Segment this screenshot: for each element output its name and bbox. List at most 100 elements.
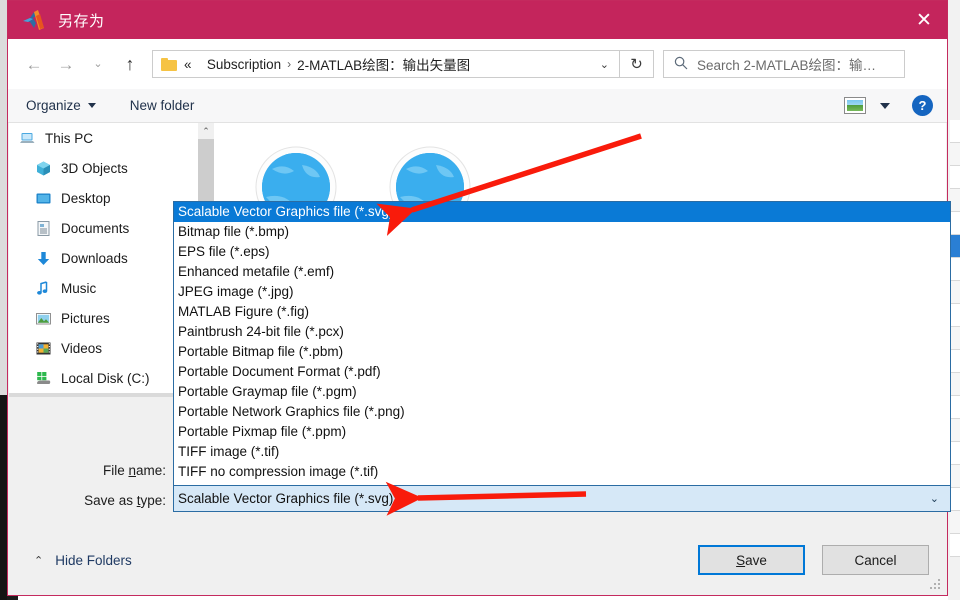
background-row: [950, 442, 960, 465]
cube-icon: [35, 160, 52, 177]
windows-disk-icon: [35, 370, 52, 387]
background-row: [950, 189, 960, 212]
background-row: [950, 350, 960, 373]
save-as-dialog: 另存为 ✕ ← → ⌄ ↑ « Subscription › 2-MATLAB绘…: [7, 0, 951, 596]
sidebar-item-music[interactable]: Music: [9, 273, 198, 303]
music-note-icon: [35, 280, 52, 297]
background-row: [950, 235, 960, 258]
sidebar-item-label: Local Disk (C:): [61, 370, 150, 386]
film-icon: [35, 340, 52, 357]
breadcrumb-item-current[interactable]: 2-MATLAB绘图：输出矢量图: [297, 54, 470, 74]
background-row: [950, 534, 960, 557]
background-row: [950, 327, 960, 350]
sidebar-item-label: Documents: [61, 220, 130, 236]
background-window-rows: [950, 120, 960, 557]
background-row: [950, 488, 960, 511]
chevron-up-icon: ⌃: [34, 555, 44, 567]
save-as-type-combobox[interactable]: Scalable Vector Graphics file (*.svg) ⌄: [173, 485, 951, 512]
background-row: [950, 281, 960, 304]
organize-button[interactable]: Organize: [16, 98, 106, 113]
caret-down-icon[interactable]: [880, 102, 890, 109]
dropdown-option-png[interactable]: Portable Network Graphics file (*.png): [174, 402, 950, 422]
screen: 另存为 ✕ ← → ⌄ ↑ « Subscription › 2-MATLAB绘…: [0, 0, 960, 600]
new-folder-label: New folder: [129, 98, 195, 113]
matlab-logo-icon: [22, 9, 48, 31]
dropdown-option-svg[interactable]: Scalable Vector Graphics file (*.svg): [174, 202, 950, 222]
dropdown-option-fig[interactable]: MATLAB Figure (*.fig): [174, 302, 950, 322]
dropdown-option-emf[interactable]: Enhanced metafile (*.emf): [174, 262, 950, 282]
breadcrumb-item-subscription[interactable]: Subscription: [207, 57, 281, 72]
background-row: [950, 258, 960, 281]
chevron-down-icon[interactable]: ⌄: [590, 58, 619, 71]
sidebar-item-local-disk-c[interactable]: Local Disk (C:): [9, 363, 198, 393]
dropdown-option-pgm[interactable]: Portable Graymap file (*.pgm): [174, 382, 950, 402]
save-button[interactable]: Save: [698, 545, 805, 575]
cancel-button[interactable]: Cancel: [822, 545, 929, 575]
scroll-up-icon[interactable]: ⌃: [198, 123, 214, 139]
background-row: [950, 304, 960, 327]
desktop-background-left-edge: [0, 395, 7, 600]
sidebar-item-pictures[interactable]: Pictures: [9, 303, 198, 333]
background-row: [950, 143, 960, 166]
hide-folders-button[interactable]: ⌃ Hide Folders: [34, 553, 132, 568]
picture-view-icon[interactable]: [844, 97, 866, 114]
sidebar-item-desktop[interactable]: Desktop: [9, 183, 198, 213]
desktop-icon: [35, 190, 52, 207]
breadcrumb-separator: ›: [287, 57, 292, 71]
close-icon[interactable]: ✕: [901, 1, 947, 39]
sidebar-item-label: Desktop: [61, 190, 111, 206]
chevron-down-icon[interactable]: ⌄: [930, 492, 950, 505]
breadcrumb-chevrons[interactable]: «: [184, 57, 192, 72]
background-row: [950, 396, 960, 419]
sidebar-item-label: Videos: [61, 340, 103, 356]
scrollbar-thumb[interactable]: [198, 139, 214, 209]
back-button[interactable]: ←: [18, 48, 50, 80]
save-as-type-dropdown-list[interactable]: Scalable Vector Graphics file (*.svg) Bi…: [173, 201, 951, 486]
background-row: [950, 511, 960, 534]
new-folder-button[interactable]: New folder: [120, 98, 205, 113]
resize-grip-icon[interactable]: [930, 579, 941, 590]
background-row: [950, 120, 960, 143]
address-bar[interactable]: « Subscription › 2-MATLAB绘图：输出矢量图 ⌄: [152, 50, 620, 78]
sidebar-item-this-pc[interactable]: This PC: [9, 123, 198, 153]
toolbar-right-group: ?: [844, 95, 947, 116]
search-icon: [674, 56, 688, 73]
dropdown-option-ppm[interactable]: Portable Pixmap file (*.ppm): [174, 422, 950, 442]
dropdown-option-eps[interactable]: EPS file (*.eps): [174, 242, 950, 262]
search-input[interactable]: Search 2-MATLAB绘图：输…: [697, 54, 876, 74]
document-icon: [35, 220, 52, 237]
background-row: [950, 419, 960, 442]
dropdown-option-pcx[interactable]: Paintbrush 24-bit file (*.pcx): [174, 322, 950, 342]
organize-label: Organize: [26, 98, 81, 113]
background-row: [950, 212, 960, 235]
download-arrow-icon: [35, 250, 52, 267]
up-button[interactable]: ↑: [114, 48, 146, 80]
sidebar-item-documents[interactable]: Documents: [9, 213, 198, 243]
sidebar-item-label: Downloads: [61, 250, 128, 266]
hide-folders-label: Hide Folders: [55, 553, 132, 568]
command-toolbar: Organize New folder ?: [8, 89, 947, 123]
help-icon[interactable]: ?: [912, 95, 933, 116]
search-box[interactable]: Search 2-MATLAB绘图：输…: [663, 50, 905, 78]
save-as-type-label: Save as type:: [84, 493, 166, 508]
background-row: [950, 373, 960, 396]
forward-button[interactable]: →: [50, 48, 82, 80]
sidebar-item-videos[interactable]: Videos: [9, 333, 198, 363]
sidebar-item-3d-objects[interactable]: 3D Objects: [9, 153, 198, 183]
sidebar-item-label: 3D Objects: [61, 160, 128, 176]
navigation-bar: ← → ⌄ ↑ « Subscription › 2-MATLAB绘图：输出矢量…: [8, 39, 947, 89]
dropdown-option-bmp[interactable]: Bitmap file (*.bmp): [174, 222, 950, 242]
caret-down-icon: [87, 103, 96, 108]
dropdown-option-tif[interactable]: TIFF image (*.tif): [174, 442, 950, 462]
dropdown-option-pdf[interactable]: Portable Document Format (*.pdf): [174, 362, 950, 382]
background-row: [950, 166, 960, 189]
picture-icon: [35, 310, 52, 327]
recent-locations-button[interactable]: ⌄: [82, 48, 114, 80]
sidebar-item-label: This PC: [45, 130, 94, 146]
refresh-button[interactable]: ↻: [620, 50, 654, 78]
dropdown-option-jpg[interactable]: JPEG image (*.jpg): [174, 282, 950, 302]
sidebar-item-downloads[interactable]: Downloads: [9, 243, 198, 273]
dropdown-option-tif-nc[interactable]: TIFF no compression image (*.tif): [174, 462, 950, 482]
sidebar-item-label: Music: [61, 280, 97, 296]
dropdown-option-pbm[interactable]: Portable Bitmap file (*.pbm): [174, 342, 950, 362]
